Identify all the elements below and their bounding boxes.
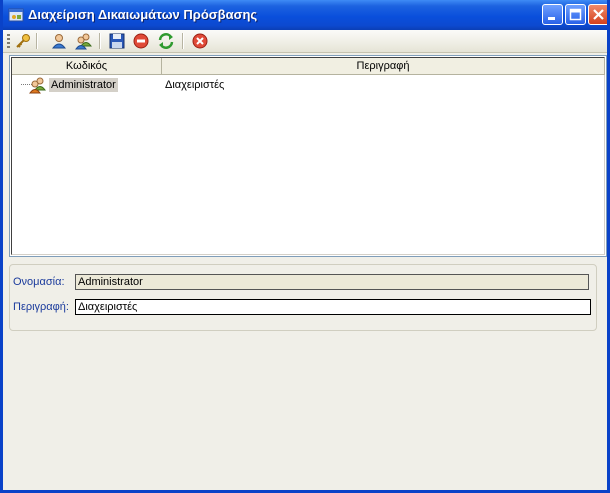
row-description[interactable]: Διαχειριστές bbox=[165, 78, 224, 92]
minimize-icon bbox=[548, 17, 555, 20]
title-bar[interactable]: Διαχείριση Δικαιωμάτων Πρόσβασης bbox=[3, 0, 607, 30]
users-icon[interactable] bbox=[75, 32, 93, 50]
description-label: Περιγραφή: bbox=[13, 301, 69, 313]
toolbar-separator bbox=[182, 33, 184, 49]
toolbar-separator bbox=[99, 33, 101, 49]
user-icon[interactable] bbox=[50, 32, 68, 50]
row-code[interactable]: Administrator bbox=[49, 78, 118, 92]
name-label: Ονομασία: bbox=[13, 276, 65, 288]
save-icon[interactable] bbox=[108, 32, 126, 50]
column-header-description[interactable]: Περιγραφή bbox=[162, 58, 605, 75]
key-icon[interactable] bbox=[14, 32, 32, 50]
toolbar-separator bbox=[36, 33, 38, 49]
close-icon[interactable] bbox=[191, 32, 209, 50]
details-panel: Ονομασία: Administrator Περιγραφή: Διαχε… bbox=[9, 264, 597, 331]
window-title: Διαχείριση Δικαιωμάτων Πρόσβασης bbox=[28, 7, 258, 22]
description-field[interactable]: Διαχειριστές bbox=[75, 299, 591, 315]
users-icon bbox=[29, 77, 46, 94]
close-icon bbox=[593, 9, 604, 20]
main-window: Διαχείριση Δικαιωμάτων Πρόσβασης Κωδικός… bbox=[0, 0, 610, 493]
toolbar-grip[interactable] bbox=[7, 34, 10, 49]
name-field: Administrator bbox=[75, 274, 589, 290]
toolbar bbox=[3, 30, 607, 53]
maximize-button[interactable] bbox=[565, 4, 586, 25]
minimize-button[interactable] bbox=[542, 4, 563, 25]
tree-viewport: Κωδικός Περιγραφή Administrator Διαχειρι… bbox=[11, 57, 605, 255]
maximize-icon bbox=[569, 8, 582, 21]
delete-icon[interactable] bbox=[132, 32, 150, 50]
column-header-code[interactable]: Κωδικός bbox=[12, 58, 162, 75]
close-button[interactable] bbox=[588, 4, 607, 25]
refresh-icon[interactable] bbox=[157, 32, 175, 50]
access-rights-tree[interactable]: Κωδικός Περιγραφή Administrator Διαχειρι… bbox=[9, 55, 607, 257]
app-icon bbox=[8, 8, 24, 22]
